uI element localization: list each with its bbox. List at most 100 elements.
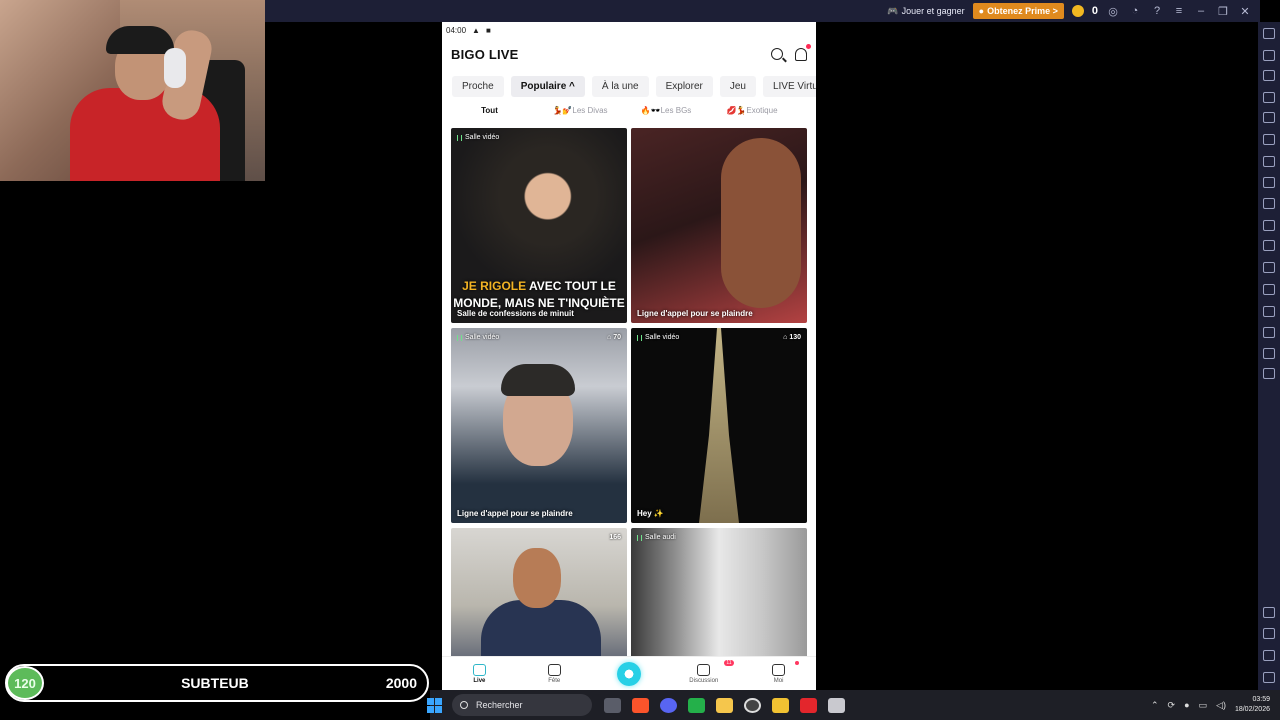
minimize-icon[interactable]: –	[1194, 5, 1208, 17]
rotate-icon[interactable]	[1263, 134, 1275, 145]
screenshot-icon[interactable]	[1263, 198, 1275, 209]
youtube-icon[interactable]	[800, 697, 817, 713]
live-card[interactable]: Salle vidéo JE RIGOLE AVEC TOUT LE MONDE…	[451, 128, 627, 323]
brave-browser-icon[interactable]	[632, 697, 649, 713]
eraser-icon[interactable]	[1263, 306, 1275, 317]
tab-populaire-label: Populaire	[520, 80, 567, 92]
taskbar-search[interactable]: Rechercher	[452, 694, 592, 716]
close-icon[interactable]: ✕	[1238, 5, 1252, 18]
folder-icon[interactable]	[1263, 284, 1275, 295]
media-icon[interactable]	[1263, 240, 1275, 251]
room-type: Salle audi	[637, 534, 676, 541]
spreadsheet-app-icon[interactable]	[688, 697, 705, 713]
controller-icon[interactable]	[1263, 112, 1275, 123]
goal-target: 2000	[385, 675, 417, 691]
search-icon	[460, 701, 468, 709]
coin-balance: 0	[1091, 5, 1098, 17]
category-tabs: Proche Populaire ^ À la une Explorer Jeu…	[442, 70, 816, 102]
subtab-les-bgs[interactable]: 🔥🕶️Les BGs	[623, 106, 709, 115]
app-icon[interactable]	[828, 697, 845, 713]
bell-icon[interactable]	[795, 43, 811, 61]
play-and-earn-link[interactable]: 🎮 Jouer et gagner	[887, 6, 964, 17]
tab-populaire[interactable]: Populaire ^	[510, 75, 585, 97]
record-icon[interactable]	[1263, 220, 1275, 231]
signal-icon	[637, 534, 642, 541]
nav-moi[interactable]: Moi	[741, 657, 816, 690]
screen-icon[interactable]	[1263, 70, 1275, 81]
layers-icon[interactable]	[1263, 348, 1275, 359]
notification-icon[interactable]: ◔	[1128, 5, 1142, 17]
chevron-up-icon[interactable]: ⌃	[1151, 700, 1159, 711]
account-icon[interactable]: ◎	[1106, 5, 1120, 18]
viewer-count: 166	[609, 534, 621, 541]
live-card[interactable]: Salle vidéo ⌂ 70 Ligne d'appel pour se p…	[451, 328, 627, 523]
macro-icon[interactable]	[1263, 156, 1275, 167]
live-title: Salle de confessions de minuit	[457, 309, 574, 318]
microphone-icon[interactable]: ●	[1184, 700, 1189, 710]
nav-live-label: Live	[473, 677, 486, 684]
volume-icon[interactable]	[1263, 50, 1275, 61]
subtab-tout[interactable]: Tout	[442, 106, 537, 115]
menu-icon[interactable]: ≡	[1172, 5, 1186, 17]
system-tray: ⌃ ⟳ ● ▭ ◁) 03:59 18/02/2026	[1151, 695, 1280, 715]
tab-explorer[interactable]: Explorer	[655, 75, 713, 97]
go-live-icon	[616, 661, 641, 686]
signal-icon	[457, 334, 462, 341]
obs-icon[interactable]	[744, 697, 761, 713]
airplane-icon[interactable]	[1263, 262, 1275, 273]
subtab-exotique[interactable]: 💋💃Exotique	[709, 106, 795, 115]
help-icon[interactable]: ?	[1150, 5, 1164, 17]
webcam-overlay	[0, 0, 265, 181]
unread-badge: 11	[724, 660, 734, 666]
clock[interactable]: 03:59 18/02/2026	[1235, 695, 1270, 715]
nav-fete-label: Fête	[548, 677, 561, 684]
room-type-label: Salle vidéo	[645, 334, 680, 341]
volume-icon[interactable]: ◁)	[1216, 700, 1226, 711]
chat-icon	[697, 663, 711, 676]
nav-moi-label: Moi	[773, 677, 784, 684]
stream-thumbnail	[721, 138, 801, 308]
webcam-headset	[164, 48, 186, 88]
file-explorer-icon[interactable]	[772, 697, 789, 713]
chevron-up-icon: ^	[569, 80, 575, 92]
task-view-icon[interactable]	[604, 697, 621, 713]
sync-icon[interactable]: ⟳	[1168, 700, 1176, 711]
get-prime-button[interactable]: ● Obtenez Prime >	[972, 3, 1064, 19]
keyboard-icon[interactable]	[1263, 92, 1275, 103]
network-icon[interactable]: ▭	[1199, 700, 1208, 711]
nav-fete[interactable]: Fête	[517, 657, 592, 690]
performance-icon[interactable]	[1263, 177, 1275, 188]
live-card[interactable]: Ligne d'appel pour se plaindre	[631, 128, 807, 323]
settings-icon[interactable]	[1263, 607, 1275, 618]
fullscreen-icon[interactable]	[1263, 28, 1275, 39]
bluestacks-icon[interactable]	[716, 697, 733, 713]
overlay-highlight: JE RIGOLE	[462, 279, 527, 293]
live-card[interactable]: Salle vidéo ⌂ 130 Hey ✨	[631, 328, 807, 523]
location-icon[interactable]	[1263, 327, 1275, 338]
subtab-les-divas[interactable]: 💃💅Les Divas	[537, 106, 623, 115]
start-button[interactable]	[427, 697, 442, 713]
nav-go-live[interactable]	[592, 657, 667, 690]
nav-live[interactable]: Live	[442, 657, 517, 690]
restore-icon[interactable]: ❐	[1216, 5, 1230, 18]
tab-a-la-une[interactable]: À la une	[591, 75, 649, 97]
search-icon[interactable]	[771, 48, 783, 60]
home-icon[interactable]	[1263, 650, 1275, 661]
app-header: BIGO LIVE	[442, 38, 816, 70]
signal-icon	[637, 334, 642, 341]
room-type: Salle vidéo	[637, 334, 679, 341]
gamepad-icon: 🎮	[887, 5, 899, 16]
taskbar-apps	[604, 697, 845, 713]
back-icon[interactable]	[1263, 628, 1275, 639]
phone-screen: 04:00 ▲ ■ BIGO LIVE Proche Populaire ^ À…	[442, 22, 816, 690]
tab-live-virtuel[interactable]: LIVE Virtue	[762, 75, 816, 97]
tab-proche[interactable]: Proche	[452, 75, 504, 97]
nav-discussion[interactable]: 11 Discussion	[666, 657, 741, 690]
clock-time: 03:59	[1252, 696, 1270, 703]
tab-jeu[interactable]: Jeu	[719, 75, 756, 97]
sync-icon[interactable]	[1263, 368, 1275, 379]
status-time: 04:00	[446, 25, 467, 35]
discord-icon[interactable]	[660, 697, 677, 713]
taskbar-search-placeholder: Rechercher	[476, 700, 523, 710]
recent-apps-icon[interactable]	[1263, 672, 1275, 683]
